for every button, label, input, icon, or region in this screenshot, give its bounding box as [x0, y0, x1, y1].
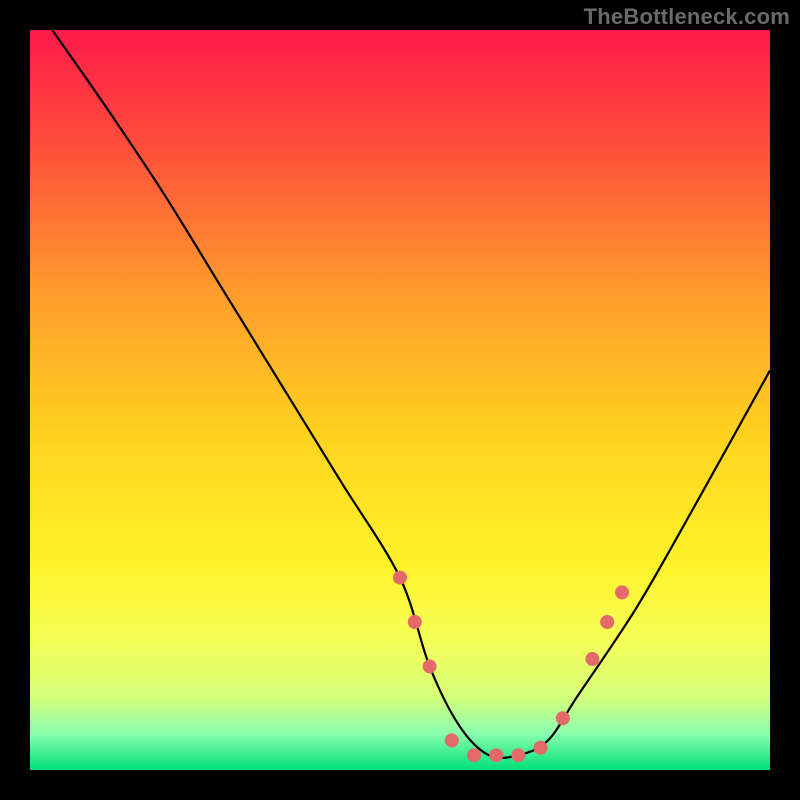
marker-dot — [423, 659, 437, 673]
marker-dot — [534, 741, 548, 755]
chart-canvas — [0, 0, 800, 800]
watermark-text: TheBottleneck.com — [584, 4, 790, 30]
marker-dot — [556, 711, 570, 725]
gradient-background — [30, 30, 770, 770]
marker-dot — [600, 615, 614, 629]
marker-dot — [489, 748, 503, 762]
marker-dot — [445, 733, 459, 747]
marker-dot — [511, 748, 525, 762]
marker-dot — [393, 571, 407, 585]
chart-frame: TheBottleneck.com — [0, 0, 800, 800]
marker-dot — [585, 652, 599, 666]
marker-dot — [467, 748, 481, 762]
marker-dot — [408, 615, 422, 629]
marker-dot — [615, 585, 629, 599]
